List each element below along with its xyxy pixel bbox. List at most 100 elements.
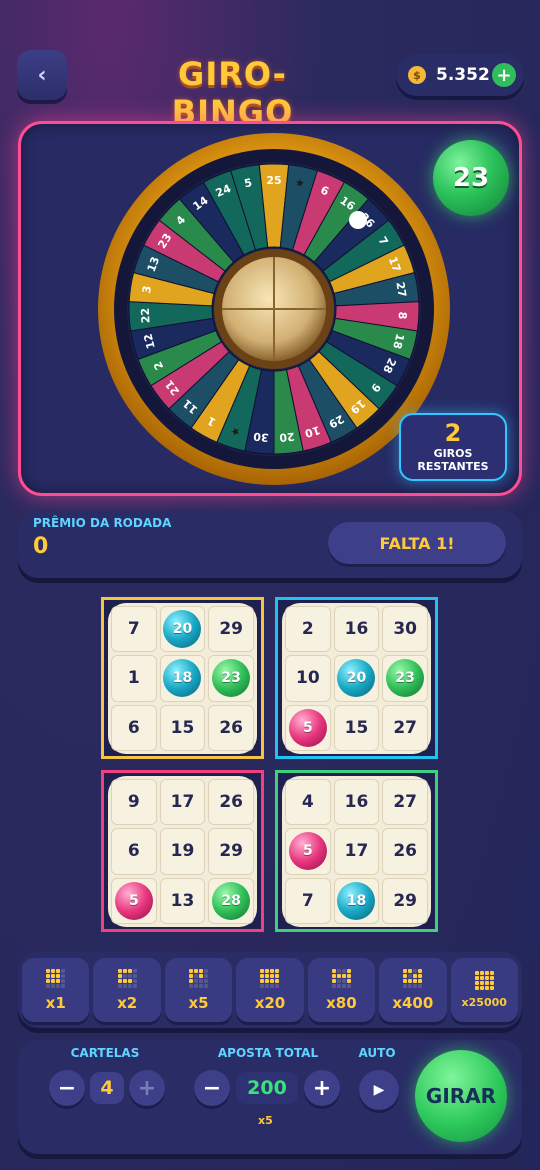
bet-minus-button[interactable]: − [194,1070,230,1106]
cell-number: 7 [127,619,140,640]
back-button[interactable]: ‹ [17,50,67,100]
bingo-cell: 19 [159,828,206,875]
bingo-cell: 2 [285,606,331,653]
bingo-cell: 7 [285,877,331,924]
multiplier-option[interactable]: x2 [93,958,161,1022]
wheel-segment-label: 8 [396,311,409,319]
pattern-icon [331,968,351,988]
multiplier-label: x2 [117,993,138,1012]
bingo-cell: 16 [333,779,380,826]
roulette-ball [349,211,367,229]
multiplier-label: x80 [326,993,357,1012]
bingo-cell: 27 [382,779,428,826]
marked-number-ball: 5 [288,708,327,747]
multiplier-label: x25000 [461,996,507,1009]
marked-number-ball: 28 [212,881,251,920]
bingo-cell: 9 [111,779,157,826]
play-icon: ▶ [373,1082,385,1098]
bingo-cell: 26 [208,779,254,826]
marked-number-ball: 18 [337,881,376,920]
cell-number: 7 [301,890,314,911]
cell-number: 26 [393,841,417,862]
bingo-cell: 15 [333,704,380,751]
cell-number: 9 [127,792,140,813]
pattern-icon [260,968,280,988]
bet-multiplier: x5 [258,1114,273,1127]
spins-remaining: 2 GIROS RESTANTES [399,413,507,481]
bingo-cell: 5 [285,704,331,751]
wheel-segment-label: 27 [393,281,408,298]
cell-number: 19 [170,841,195,862]
bingo-cell: 5 [285,828,331,875]
bingo-card: 2 16 30 10 20 23 5 15 27 [275,597,438,759]
bingo-cell: 15 [159,704,206,751]
marked-number-ball: 5 [114,881,153,920]
bingo-cell: 1 [111,655,157,702]
bingo-card-grid: 7 20 29 1 18 23 6 15 26 [108,603,257,754]
bingo-card: 9 17 26 6 19 29 5 13 28 [101,770,264,932]
cell-number: 1 [127,668,140,689]
header: ‹ GIRO-BINGO $ 5.352 + [0,0,540,131]
marked-number-ball: 20 [337,659,376,698]
wheel-panel: 5 25 ★ 6 16 26 7 17 27 8 18 28 9 19 29 10 20 30 ★ 1 11 21 2 12 2… [18,121,522,496]
cell-number: 15 [170,717,195,738]
cards-value: 4 [90,1072,124,1104]
prize-bar: PRÊMIO DA RODADA 0 FALTA 1! [18,510,522,578]
multiplier-option[interactable]: x20 [236,958,304,1022]
add-funds-button[interactable]: + [492,63,516,87]
multiplier-option[interactable]: x25000 [450,958,518,1022]
cell-number: 29 [219,841,243,862]
cell-number: 2 [301,619,314,640]
chevron-left-icon: ‹ [37,62,47,88]
multiplier-option[interactable]: x80 [307,958,376,1022]
bingo-cell: 20 [159,606,206,653]
bingo-cell: 28 [208,877,254,924]
cell-number: 16 [344,792,369,813]
bingo-card: 4 16 27 5 17 26 7 18 29 [275,770,438,932]
cell-number: 29 [393,890,417,911]
cell-number: 26 [219,792,243,813]
bet-plus-button[interactable]: + [304,1070,340,1106]
bingo-cell: 5 [111,877,157,924]
bet-value: 200 [236,1072,298,1104]
bingo-card-grid: 2 16 30 10 20 23 5 15 27 [282,603,431,754]
wheel-segment-label: 20 [278,430,295,445]
pattern-icon [474,971,494,990]
bingo-cell: 17 [159,779,206,826]
cell-number: 16 [344,619,369,640]
bingo-cell: 18 [333,877,380,924]
bingo-cell: 6 [111,704,157,751]
spins-count: 2 [444,419,462,447]
bingo-cell: 23 [208,655,254,702]
cell-number: 17 [170,792,195,813]
bingo-cell: 20 [333,655,380,702]
cell-number: 27 [393,792,417,813]
bingo-cell: 29 [382,877,428,924]
cards-plus-button[interactable]: + [129,1070,165,1106]
marked-number-ball: 23 [386,659,425,698]
multiplier-bar: x1 x2 x5 x20 x80 x400 x25000 [18,952,522,1028]
bingo-cell: 29 [208,828,254,875]
cell-number: 17 [344,841,369,862]
multiplier-label: x5 [188,993,209,1012]
prize-label: PRÊMIO DA RODADA [33,516,172,530]
auto-label: AUTO [358,1046,396,1060]
drawn-number-ball: 23 [433,140,509,216]
bingo-cell: 7 [111,606,157,653]
multiplier-option[interactable]: x1 [22,958,90,1022]
spin-button[interactable]: GIRAR [415,1050,507,1142]
bingo-cell: 17 [333,828,380,875]
multiplier-option[interactable]: x5 [164,958,233,1022]
cell-number: 30 [393,619,417,640]
pattern-icon [117,968,137,988]
spins-label-1: GIROS [433,447,473,460]
bingo-card-grid: 4 16 27 5 17 26 7 18 29 [282,776,431,927]
spins-label-2: RESTANTES [417,460,489,473]
bingo-card-grid: 9 17 26 6 19 29 5 13 28 [108,776,257,927]
auto-play-button[interactable]: ▶ [359,1070,399,1110]
cell-number: 4 [301,792,314,813]
cards-minus-button[interactable]: − [49,1070,85,1106]
status-badge: FALTA 1! [328,522,506,564]
multiplier-option[interactable]: x400 [379,958,447,1022]
marked-number-ball: 20 [163,610,202,649]
